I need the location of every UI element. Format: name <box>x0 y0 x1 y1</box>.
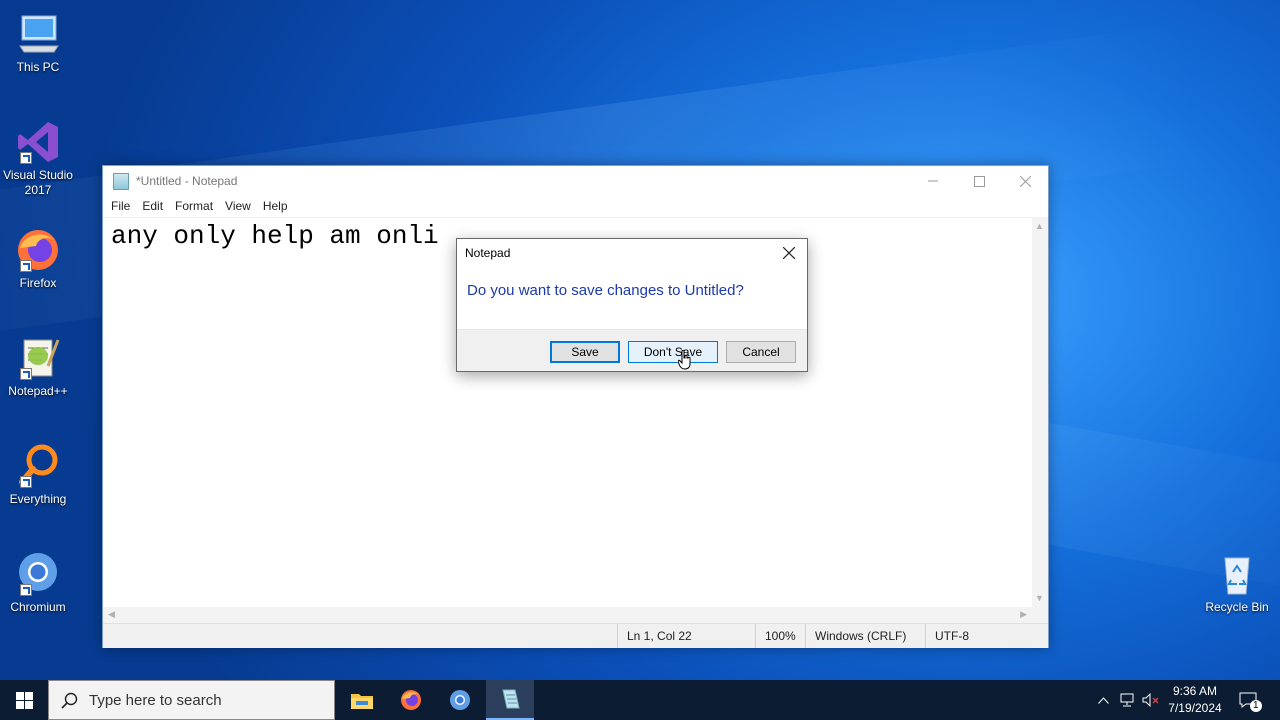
folder-icon <box>351 694 373 709</box>
menu-format[interactable]: Format <box>170 199 220 213</box>
hand-cursor-icon <box>677 349 692 375</box>
desktop-icon-label: Recycle Bin <box>1205 600 1269 614</box>
status-cursor-position: Ln 1, Col 22 <box>617 624 692 648</box>
desktop-icon-everything[interactable]: Everything <box>0 442 76 507</box>
taskbar-file-explorer[interactable] <box>338 680 386 720</box>
chevron-up-icon <box>1097 696 1109 704</box>
menu-bar: File Edit Format View Help <box>103 196 1048 216</box>
scrollbar-corner <box>1032 607 1048 623</box>
taskbar-firefox[interactable] <box>387 680 435 720</box>
desktop-icon-this-pc[interactable]: This PC <box>0 10 76 75</box>
tray-overflow-button[interactable] <box>1093 680 1113 720</box>
windows-logo-icon <box>15 691 33 709</box>
action-center-button[interactable]: 1 <box>1232 680 1264 720</box>
desktop-icon-chromium[interactable]: Chromium <box>0 550 76 615</box>
window-title: *Untitled - Notepad <box>136 174 238 188</box>
taskbar-search-box[interactable]: Type here to search <box>48 680 335 720</box>
maximize-button[interactable] <box>956 166 1002 196</box>
dont-save-button[interactable]: Don't Save <box>628 341 718 363</box>
volume-muted-icon <box>1142 693 1159 707</box>
chromium-icon <box>450 690 470 710</box>
shortcut-arrow-icon <box>20 584 32 596</box>
network-icon <box>1120 693 1134 707</box>
desktop-icon-label: Everything <box>9 492 67 506</box>
minimize-icon <box>928 180 938 182</box>
dialog-close-button[interactable] <box>777 242 801 264</box>
taskbar-clock[interactable]: 9:36 AM 7/19/2024 <box>1160 683 1230 717</box>
scroll-right-icon[interactable]: ▶ <box>1020 609 1027 620</box>
visual-studio-icon <box>14 118 62 166</box>
shortcut-arrow-icon <box>20 152 32 164</box>
status-encoding: UTF-8 <box>925 624 969 648</box>
menu-edit[interactable]: Edit <box>137 199 170 213</box>
desktop-icon-label: This PC <box>16 60 60 74</box>
shortcut-arrow-icon <box>20 260 32 272</box>
scroll-left-icon[interactable]: ◀ <box>108 609 115 620</box>
maximize-icon <box>973 175 985 187</box>
horizontal-scrollbar[interactable]: ◀ ▶ <box>103 607 1032 623</box>
magnifier-icon <box>14 442 62 490</box>
close-icon <box>782 246 796 260</box>
taskbar-chromium[interactable] <box>436 680 484 720</box>
scroll-up-icon[interactable]: ▲ <box>1035 221 1044 231</box>
firefox-icon <box>14 226 62 274</box>
computer-icon <box>14 10 62 58</box>
cancel-button[interactable]: Cancel <box>726 341 796 363</box>
dialog-button-row: Save Don't Save Cancel <box>457 329 807 371</box>
shortcut-arrow-icon <box>20 368 32 380</box>
taskbar-notepad[interactable] <box>486 680 534 720</box>
desktop-icon-visual-studio[interactable]: Visual Studio 2017 <box>0 118 76 198</box>
desktop-icon-recycle-bin[interactable]: Recycle Bin <box>1199 550 1275 615</box>
menu-view[interactable]: View <box>220 199 258 213</box>
close-button[interactable] <box>1002 166 1048 196</box>
clock-time: 9:36 AM <box>1172 684 1218 698</box>
scroll-down-icon[interactable]: ▼ <box>1035 593 1044 603</box>
chromium-icon <box>14 550 62 598</box>
notepad-plus-plus-icon <box>14 334 62 382</box>
search-icon <box>61 692 78 709</box>
menu-file[interactable]: File <box>106 199 137 213</box>
search-placeholder: Type here to search <box>89 692 222 709</box>
status-zoom: 100% <box>755 624 796 648</box>
taskbar: Type here to search 9:36 AM 7/19/2024 1 <box>0 680 1280 720</box>
tray-volume-button[interactable] <box>1140 680 1162 720</box>
notification-badge: 1 <box>1250 700 1262 712</box>
recycle-bin-icon <box>1213 550 1261 598</box>
status-bar: Ln 1, Col 22 100% Windows (CRLF) UTF-8 <box>103 623 1048 648</box>
firefox-icon <box>401 690 421 710</box>
vertical-scrollbar[interactable]: ▲ ▼ <box>1032 217 1048 607</box>
desktop-icon-firefox[interactable]: Firefox <box>0 226 76 291</box>
notepad-app-icon <box>113 172 129 190</box>
status-line-endings: Windows (CRLF) <box>805 624 906 648</box>
title-bar[interactable]: *Untitled - Notepad <box>103 166 1048 196</box>
start-button[interactable] <box>0 680 48 720</box>
desktop-icon-notepad-plus-plus[interactable]: Notepad++ <box>0 334 76 399</box>
clock-date: 7/19/2024 <box>1168 701 1222 715</box>
desktop-icon-label: Firefox <box>19 276 57 290</box>
menu-help[interactable]: Help <box>258 199 295 213</box>
notepad-icon <box>502 689 520 709</box>
save-changes-dialog: Notepad Do you want to save changes to U… <box>456 238 808 372</box>
save-button[interactable]: Save <box>550 341 620 363</box>
tray-network-button[interactable] <box>1115 680 1139 720</box>
dialog-message: Do you want to save changes to Untitled? <box>467 282 744 299</box>
desktop-icon-label: Visual Studio 2017 <box>3 168 73 197</box>
desktop-icon-label: Notepad++ <box>8 384 68 398</box>
close-icon <box>1019 175 1031 187</box>
dialog-title: Notepad <box>465 246 511 260</box>
minimize-button[interactable] <box>910 166 956 196</box>
shortcut-arrow-icon <box>20 476 32 488</box>
desktop-icon-label: Chromium <box>10 600 66 614</box>
